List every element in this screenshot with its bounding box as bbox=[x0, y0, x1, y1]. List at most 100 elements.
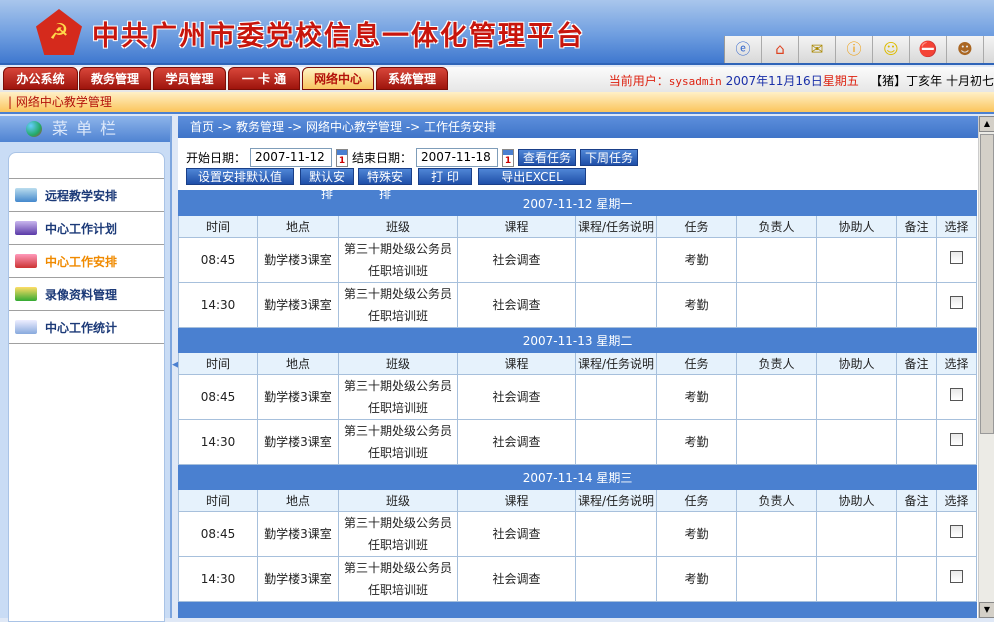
home-icon[interactable]: ⌂ bbox=[762, 36, 799, 63]
select-checkbox[interactable] bbox=[950, 525, 964, 538]
column-header: 课程/任务说明 bbox=[575, 215, 657, 238]
cell-assist bbox=[816, 282, 897, 328]
day-header-row bbox=[178, 601, 978, 618]
sidebar-item-remote-teaching[interactable]: 远程教学安排 bbox=[9, 178, 164, 211]
column-header: 课程 bbox=[457, 352, 576, 375]
cell-assist bbox=[816, 556, 897, 602]
start-date-input[interactable]: 2007-11-12 bbox=[250, 148, 333, 167]
sidebar-header: 菜单栏 bbox=[0, 116, 170, 142]
cell-desc bbox=[575, 374, 657, 420]
day-header: 2007-11-12 星期一 bbox=[178, 190, 978, 216]
app-header: ☭ 中共广州市委党校信息一体化管理平台 ⓔ ⌂ ✉ ⓘ ☺ ⛔ ☻ bbox=[0, 0, 994, 65]
cell-select bbox=[935, 237, 978, 283]
cell-class: 第三十期处级公务员任职培训班 bbox=[338, 511, 458, 557]
cell-note bbox=[896, 374, 937, 420]
stop-icon[interactable]: ⛔ bbox=[910, 36, 947, 63]
end-date-input[interactable]: 2007-11-18 bbox=[416, 148, 499, 167]
sidebar-item-video-archive[interactable]: 录像资料管理 bbox=[9, 277, 164, 310]
cell-place: 勤学楼3课室 bbox=[257, 237, 339, 283]
cell-note bbox=[896, 511, 937, 557]
select-checkbox[interactable] bbox=[950, 388, 964, 401]
column-header: 负责人 bbox=[736, 489, 817, 512]
main-content: 首页 -> 教务管理 -> 网络中心教学管理 -> 工作任务安排 开始日期： 2… bbox=[178, 116, 978, 618]
tab-office[interactable]: 办公系统 bbox=[3, 67, 78, 90]
cell-assist bbox=[816, 511, 897, 557]
cell-assist bbox=[816, 374, 897, 420]
view-tasks-button[interactable]: 查看任务 bbox=[518, 149, 577, 166]
print-button[interactable]: 打 印 bbox=[418, 168, 472, 185]
cell-owner bbox=[736, 237, 817, 283]
tab-network-center[interactable]: 网络中心 bbox=[302, 67, 374, 90]
subnav-link[interactable]: | 网络中心教学管理 bbox=[0, 92, 994, 114]
cell-class: 第三十期处级公务员任职培训班 bbox=[338, 282, 458, 328]
cell-place: 勤学楼3课室 bbox=[257, 419, 339, 465]
next-week-button[interactable]: 下周任务 bbox=[580, 149, 639, 166]
column-header: 课程/任务说明 bbox=[575, 352, 657, 375]
tab-card[interactable]: 一 卡 通 bbox=[228, 67, 300, 90]
day-header-row: 2007-11-12 星期一 bbox=[178, 190, 978, 216]
day-header: 2007-11-13 星期二 bbox=[178, 327, 978, 353]
calendar-icon[interactable]: 1 bbox=[502, 148, 515, 167]
special-schedule-button[interactable]: 特殊安排 bbox=[358, 168, 412, 201]
column-header: 地点 bbox=[257, 215, 339, 238]
cell-task: 考勤 bbox=[656, 237, 737, 283]
cell-select bbox=[935, 282, 978, 328]
cell-owner bbox=[736, 419, 817, 465]
export-excel-button[interactable]: 导出EXCEL bbox=[478, 168, 586, 185]
cell-desc bbox=[575, 419, 657, 465]
select-checkbox[interactable] bbox=[950, 570, 964, 583]
folder-purple-icon bbox=[15, 221, 37, 235]
cell-class: 第三十期处级公务员任职培训班 bbox=[338, 237, 458, 283]
set-default-button[interactable]: 设置安排默认值 bbox=[186, 168, 294, 185]
lunar-date: 【猪】丁亥年 十月初七 bbox=[870, 74, 994, 88]
cell-task: 考勤 bbox=[656, 419, 737, 465]
cell-assist bbox=[816, 419, 897, 465]
column-header: 协助人 bbox=[816, 215, 897, 238]
sidebar-item-label: 中心工作安排 bbox=[45, 254, 118, 269]
cell-course: 社会调查 bbox=[457, 374, 576, 420]
select-checkbox[interactable] bbox=[950, 251, 964, 264]
column-header: 地点 bbox=[257, 489, 339, 512]
column-header: 选择 bbox=[935, 215, 978, 238]
select-checkbox[interactable] bbox=[950, 296, 964, 309]
cell-place: 勤学楼3课室 bbox=[257, 374, 339, 420]
sidebar-item-work-stats[interactable]: 中心工作统计 bbox=[9, 310, 164, 343]
sidebar-item-label: 中心工作统计 bbox=[45, 320, 118, 335]
info-icon[interactable]: ⓘ bbox=[836, 36, 873, 63]
sidebar: 菜单栏 远程教学安排 中心工作计划 中心工作安排 录像资料管理 中心工作统计 bbox=[0, 116, 172, 622]
vertical-scrollbar[interactable]: ▲ ▼ bbox=[978, 116, 994, 618]
day-header-row: 2007-11-13 星期二 bbox=[178, 327, 978, 353]
table-row: 08:45 勤学楼3课室 第三十期处级公务员任职培训班 社会调查 考勤 bbox=[178, 374, 978, 420]
username: sysadmin bbox=[668, 75, 722, 88]
cell-course: 社会调查 bbox=[457, 282, 576, 328]
smile-icon[interactable]: ☺ bbox=[873, 36, 910, 63]
column-header: 班级 bbox=[338, 352, 458, 375]
cell-note bbox=[896, 419, 937, 465]
calendar-icon[interactable]: 1 bbox=[336, 148, 349, 167]
menu-globe-icon bbox=[26, 121, 42, 137]
scroll-down-icon[interactable]: ▼ bbox=[979, 602, 994, 618]
ie-icon[interactable]: ⓔ bbox=[725, 36, 762, 63]
user-label: 当前用户： bbox=[608, 74, 669, 88]
user-icon[interactable]: ☻ bbox=[947, 36, 984, 63]
default-schedule-button[interactable]: 默认安排 bbox=[300, 168, 354, 201]
sidebar-item-work-schedule[interactable]: 中心工作安排 bbox=[9, 244, 164, 277]
user-info: 当前用户：sysadmin 2007年11月16日星期五 【猪】丁亥年 十月初七 bbox=[609, 72, 994, 89]
sidebar-item-work-plan[interactable]: 中心工作计划 bbox=[9, 211, 164, 244]
cell-assist bbox=[816, 237, 897, 283]
cell-place: 勤学楼3课室 bbox=[257, 282, 339, 328]
scroll-up-icon[interactable]: ▲ bbox=[979, 116, 994, 132]
select-checkbox[interactable] bbox=[950, 433, 964, 446]
scroll-thumb[interactable] bbox=[980, 134, 994, 434]
schedule-table: 2007-11-12 星期一 时间 地点 班级 课程 课程/任务说明 任务 负责人 协助人 备注选… bbox=[178, 190, 978, 618]
tab-academic[interactable]: 教务管理 bbox=[79, 67, 151, 90]
column-header: 课程 bbox=[457, 489, 576, 512]
app-title: 中共广州市委党校信息一体化管理平台 bbox=[92, 21, 585, 52]
cell-select bbox=[935, 511, 978, 557]
mail-icon[interactable]: ✉ bbox=[799, 36, 836, 63]
breadcrumb: 首页 -> 教务管理 -> 网络中心教学管理 -> 工作任务安排 bbox=[178, 116, 978, 138]
tab-students[interactable]: 学员管理 bbox=[153, 67, 226, 90]
cell-course: 社会调查 bbox=[457, 511, 576, 557]
column-header: 班级 bbox=[338, 215, 458, 238]
tab-system[interactable]: 系统管理 bbox=[376, 67, 448, 90]
